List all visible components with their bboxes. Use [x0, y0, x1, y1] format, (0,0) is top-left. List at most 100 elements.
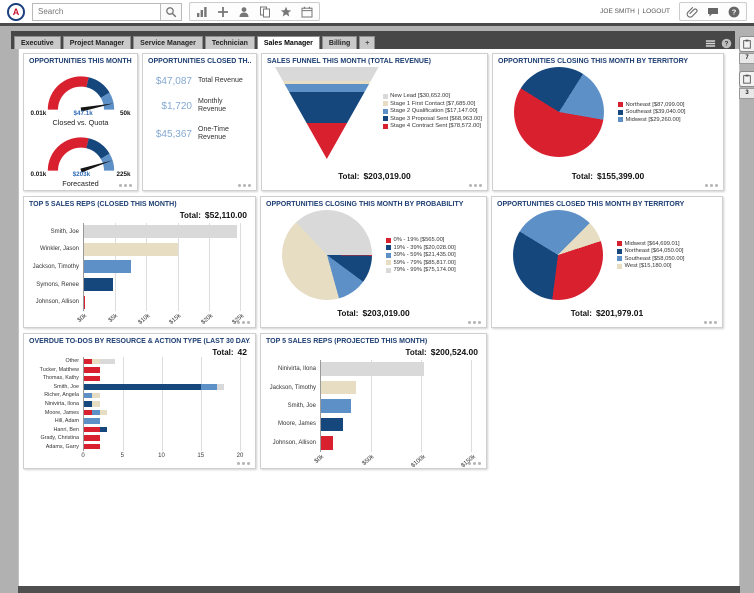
chart-icon[interactable] [196, 6, 208, 18]
widget-menu-dots[interactable] [469, 184, 482, 187]
tab-project-manager[interactable]: Project Manager [62, 36, 132, 49]
tab-executive[interactable]: Executive [14, 36, 61, 49]
add-icon[interactable] [217, 6, 229, 18]
clipboard-icon[interactable] [739, 71, 754, 87]
legend-label: Midwest [$64,699.01] [624, 240, 680, 247]
funnel-segment [275, 67, 379, 81]
widget-menu-dots[interactable] [705, 184, 718, 187]
legend-chip [382, 123, 388, 129]
legend-item: Southeast [$58,050.00] [617, 256, 684, 262]
pie-chart[interactable]: 0% - 19% [$565.00] 19% - 39% [$20,028.00]… [266, 210, 481, 300]
hbar-wrap: Ninivirta, Ilona Jackson, Timothy Smith, J… [266, 360, 481, 469]
widget-menu-dots[interactable] [704, 321, 717, 324]
widget-opportunities-this-month: OPPORTUNITIES THIS MONTH 0.01k $47.1k 50k C… [23, 53, 138, 191]
funnel-segment [275, 84, 379, 93]
funnel-chart[interactable]: New Lead [$30,652.00] Stage 1 First Conta… [267, 67, 482, 159]
widget-menu-dots[interactable] [468, 462, 481, 465]
bar-row [84, 434, 240, 443]
widget-menu-dots[interactable] [237, 321, 250, 324]
legend-item: 0% - 19% [$565.00] [386, 237, 456, 243]
gauge-chart[interactable]: 0.01k $47.1k 50k Closed vs. Quota 0.01k $203k… [29, 67, 132, 188]
x-axis-ticks: 0 5 10 15 20 [81, 451, 243, 465]
gauge-max-label: 50k [119, 110, 131, 117]
user-name[interactable]: JOE SMITH [600, 8, 635, 15]
metric-label: Monthly Revenue [198, 98, 227, 114]
gauge-value-label: $203k [72, 171, 91, 178]
bar-row [84, 391, 240, 400]
widget-menu-dots[interactable] [238, 184, 251, 187]
legend-chip [382, 101, 388, 106]
bar-row [84, 442, 240, 451]
clipboard-icon[interactable] [739, 36, 754, 52]
widget-title: OPPORTUNITIES CLOSING THIS MONTH BY TERR… [498, 58, 689, 65]
widget-menu-dots[interactable] [237, 462, 250, 465]
x-axis-tick-label: $5k [108, 313, 120, 324]
widget-menu-dots[interactable] [468, 321, 481, 324]
metric-row: $45,367 One-Time Revenue [150, 126, 249, 143]
legend-label: New Lead [$30,652.00] [390, 93, 451, 99]
gridline [471, 360, 472, 452]
pie-chart[interactable]: Midwest [$64,699.01] Northeast [$64,050.0… [497, 210, 717, 300]
bar-segment [99, 426, 108, 433]
dock-badge: 7 [739, 53, 754, 64]
bar-chart[interactable]: Ninivirta, Ilona Jackson, Timothy Smith, J… [266, 360, 481, 469]
bar-segment [84, 384, 201, 390]
gauge: 0.01k $47.1k 50k Closed vs. Quota [29, 67, 132, 127]
menu-icon[interactable] [705, 36, 716, 47]
gridline [240, 357, 241, 451]
stacked-bar-chart[interactable]: Other Tucker, Matthew Thomas, Kathy Smith, … [29, 357, 250, 465]
autotask-logo[interactable]: A [7, 2, 25, 21]
x-axis-tick-label: $50k [361, 454, 376, 467]
bar-segment [91, 358, 100, 364]
hbar-main: Ninivirta, Ilona Jackson, Timothy Smith, J… [266, 360, 481, 452]
y-axis-labels: Ninivirta, Ilona Jackson, Timothy Smith, J… [266, 360, 320, 452]
chart-legend: 0% - 19% [$565.00] 19% - 39% [$20,028.00]… [386, 237, 456, 273]
y-axis-label: Moore, James [277, 421, 316, 428]
total-line: Total: $201,979.01 [570, 308, 644, 318]
pie-chart[interactable]: Northeast [$87,099.00] Southeast [$39,040… [498, 67, 718, 157]
legend-item: Stage 2 Qualification [$17,147.00] [382, 108, 482, 114]
contact-icon[interactable] [238, 6, 250, 18]
copy-icon[interactable] [259, 6, 271, 18]
logout-link[interactable]: LOGOUT [643, 8, 670, 15]
x-axis-tick-label: $10k [137, 313, 152, 326]
tab-sales-manager[interactable]: Sales Manager [256, 36, 320, 49]
tab-billing[interactable]: Billing [321, 36, 358, 49]
bottom-scroll-strip[interactable] [18, 586, 740, 593]
bar-segment [84, 358, 92, 364]
y-axis-label: Jackson, Timothy [269, 384, 316, 391]
calendar-icon[interactable] [301, 6, 313, 18]
metric-row: $47,087 Total Revenue [150, 76, 249, 87]
bar-segment [91, 401, 100, 407]
link-icon[interactable] [686, 6, 698, 18]
tab-help-icon[interactable]: ? [721, 36, 732, 49]
bar [321, 380, 356, 395]
gauge-value-label: $47.1k [73, 110, 93, 117]
metrics-list[interactable]: $47,087 Total Revenue $1,720 Monthly Revenu… [148, 76, 251, 143]
tab-technician[interactable]: Technician [204, 36, 255, 49]
gauge-caption: Closed vs. Quota [52, 118, 109, 127]
x-axis-tick-label: 0 [81, 453, 85, 459]
bar-chart[interactable]: Smith, Joe Winkler, Jason Jackson, Timothy… [29, 223, 250, 326]
x-axis-tick-label: $0k [76, 313, 89, 324]
x-axis-tick-label: 20 [236, 453, 244, 459]
add-tab-button[interactable]: + [359, 36, 376, 49]
chart-legend: New Lead [$30,652.00] Stage 1 First Conta… [382, 93, 482, 129]
legend-label: Midwest [$29,260.00] [625, 116, 681, 123]
widget-title: OPPORTUNITIES CLOSING THIS MONTH BY PROB… [266, 201, 464, 208]
star-icon[interactable] [280, 6, 292, 18]
help-icon[interactable]: ? [728, 6, 740, 18]
svg-text:?: ? [725, 41, 729, 48]
bar [321, 399, 351, 413]
widget-top5-closed: TOP 5 SALES REPS (CLOSED THIS MONTH) Tot… [23, 196, 256, 328]
search-button[interactable] [160, 3, 181, 20]
stack-wrap: Other Tucker, Matthew Thomas, Kathy Smith, … [29, 357, 250, 465]
dock-item-2: 3 [739, 71, 754, 99]
widget-menu-dots[interactable] [119, 184, 132, 187]
bar-row [84, 357, 240, 366]
chat-icon[interactable] [707, 6, 719, 18]
bar-row [321, 378, 471, 396]
tab-service-manager[interactable]: Service Manager [133, 36, 203, 49]
search-input[interactable] [33, 3, 160, 20]
stacked-bar [84, 435, 240, 441]
